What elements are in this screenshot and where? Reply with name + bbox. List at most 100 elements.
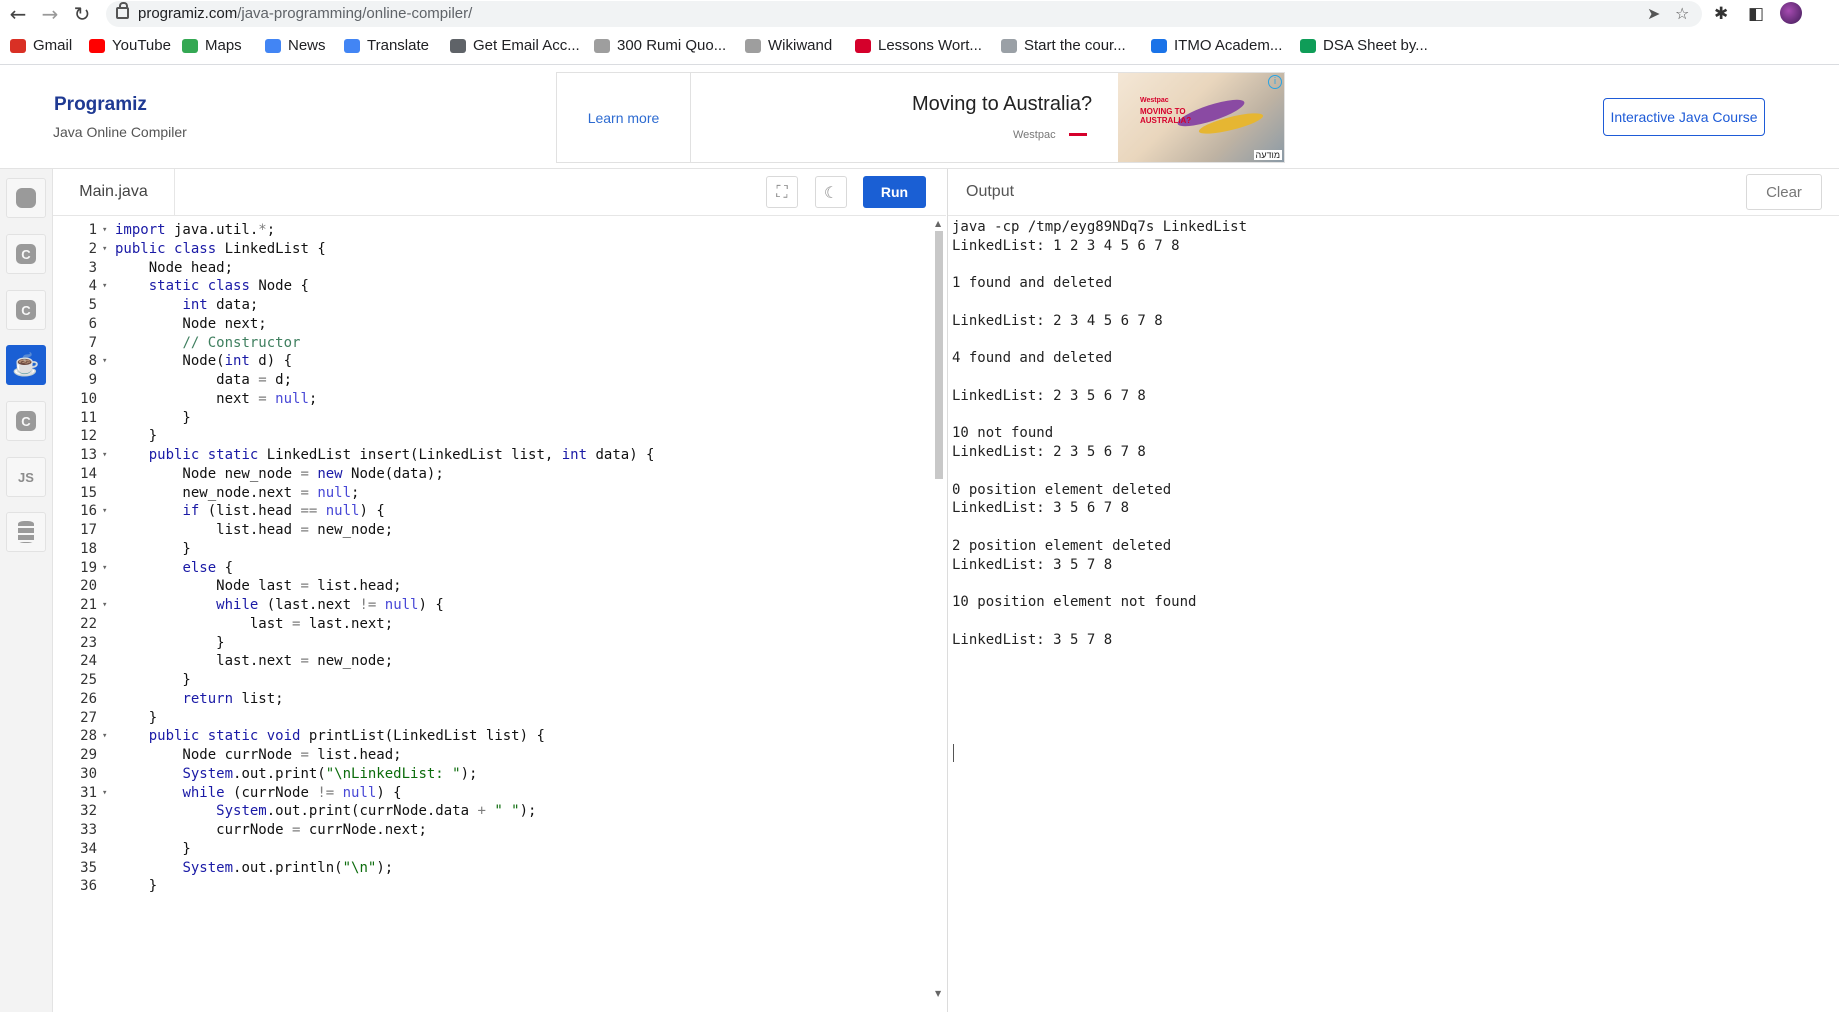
bookmark-item[interactable]: Gmail [10, 37, 72, 54]
wikiwand-icon [745, 38, 761, 53]
js-icon: JS [18, 469, 34, 485]
output-line: 0 position element deleted [952, 481, 1172, 498]
bookmark-item[interactable]: Lessons Wort... [855, 37, 982, 54]
sheets-icon [1300, 38, 1316, 53]
output-line: LinkedList: 3 5 7 8 [952, 631, 1113, 648]
code-editor[interactable]: 1 ▾ import java.util.*; 2 ▾ public class Link… [53, 216, 946, 1012]
bookmark-item[interactable]: YouTube [89, 37, 171, 54]
bookmark-label: ITMO Academ... [1174, 37, 1283, 54]
bookmark-label: Get Email Acc... [473, 37, 580, 54]
bookmark-label: DSA Sheet by... [1323, 37, 1428, 54]
console-cursor [953, 744, 954, 762]
westpac-logo-icon [1069, 133, 1087, 136]
back-icon[interactable]: ← [6, 2, 30, 26]
reload-icon[interactable]: ↻ [70, 2, 94, 26]
lessons-icon [855, 38, 871, 53]
editor-header: Main.java ⛶ ☾ Run [53, 169, 946, 216]
run-button[interactable]: Run [863, 176, 926, 208]
language-java-button[interactable]: ☕ [6, 345, 46, 385]
bookmark-label: Lessons Wort... [878, 37, 982, 54]
ad-brand: Westpac [1013, 129, 1056, 141]
sidepanel-icon[interactable]: ◧ [1748, 4, 1764, 24]
ad-label: מודעה [1253, 150, 1282, 160]
gmail-icon [10, 38, 26, 53]
language-cpp-button[interactable]: C [6, 290, 46, 330]
language-sidebar: C C ☕ C JS [0, 169, 53, 1012]
send-icon[interactable]: ➤ [1647, 4, 1660, 23]
output-line: LinkedList: 2 3 5 6 7 8 [952, 387, 1146, 404]
address-bar[interactable]: programiz.com/java-programming/online-co… [106, 1, 1702, 27]
output-header: Output Clear [948, 169, 1839, 216]
output-line: LinkedList: 3 5 6 7 8 [952, 500, 1130, 517]
bookmark-label: 300 Rumi Quo... [617, 37, 727, 54]
csharp-icon: C [16, 411, 36, 431]
fullscreen-icon[interactable]: ⛶ [766, 176, 798, 208]
bookmark-item[interactable]: Get Email Acc... [450, 37, 580, 54]
code-line[interactable]: 36 } [53, 875, 933, 897]
bookmark-label: Wikiwand [768, 37, 833, 54]
language-csharp-button[interactable]: C [6, 401, 46, 441]
news-icon [265, 38, 281, 53]
editor-scrollbar[interactable] [935, 231, 943, 479]
code-text: } [115, 878, 158, 895]
output-line: LinkedList: 3 5 7 8 [952, 556, 1113, 573]
bookmark-label: Gmail [33, 37, 73, 54]
output-line: java -cp /tmp/eyg89NDq7s LinkedList [952, 219, 1248, 235]
output-line: LinkedList: 2 3 5 6 7 8 [952, 444, 1146, 460]
advertisement[interactable]: Learn more Moving to Australia? Westpac … [556, 72, 1285, 163]
forward-icon[interactable]: → [38, 2, 62, 26]
bookmark-item[interactable]: 300 Rumi Quo... [594, 37, 726, 54]
scroll-down-icon[interactable]: ▼ [935, 989, 941, 998]
output-line: LinkedList: 1 2 3 4 5 6 7 8 [952, 237, 1180, 254]
output-line: 4 found and deleted [952, 350, 1113, 367]
bookmark-item[interactable]: News [265, 37, 326, 54]
bookmark-item[interactable]: ITMO Academ... [1151, 37, 1282, 54]
output-line: 10 position element not found [952, 594, 1197, 610]
avatar[interactable] [1780, 2, 1802, 24]
extensions-icon[interactable]: ✱ [1714, 4, 1728, 24]
page-subtitle: Java Online Compiler [53, 124, 187, 140]
output-line: 10 not found [952, 425, 1054, 442]
interactive-course-button[interactable]: Interactive Java Course [1603, 98, 1765, 136]
bookmark-label: Maps [205, 37, 242, 54]
output-line: 2 position element deleted [952, 537, 1172, 554]
ad-image-text: MOVING TO AUSTRALIA? [1140, 107, 1192, 125]
bookmark-label: Start the cour... [1024, 37, 1126, 54]
bookmark-item[interactable]: Start the cour... [1001, 37, 1126, 54]
programiz-logo[interactable]: Programiz [54, 94, 147, 116]
ad-learn-more-link[interactable]: Learn more [557, 73, 691, 162]
ad-image[interactable]: Westpac MOVING TO AUSTRALIA? מודעה [1118, 73, 1284, 162]
line-number: 36 [80, 878, 97, 895]
language-sql-button[interactable] [6, 512, 46, 552]
globe-icon [450, 38, 466, 53]
bookmark-item[interactable]: Wikiwand [745, 37, 832, 54]
translate-icon [344, 38, 360, 53]
browser-toolbar: ← → ↻ programiz.com/java-programming/onl… [0, 0, 1839, 28]
output-console[interactable]: java -cp /tmp/eyg89NDq7s LinkedList Linke… [952, 216, 1832, 648]
url-text: programiz.com/java-programming/online-co… [138, 5, 472, 22]
ad-headline[interactable]: Moving to Australia? [912, 93, 1092, 116]
output-line: LinkedList: 2 3 4 5 6 7 8 [952, 312, 1163, 329]
language-c-button[interactable]: C [6, 234, 46, 274]
panel-divider[interactable] [947, 169, 948, 1012]
course-icon [1001, 38, 1017, 53]
bookmark-label: Translate [367, 37, 429, 54]
dark-mode-icon[interactable]: ☾ [815, 176, 847, 208]
bookmark-item[interactable]: Translate [344, 37, 429, 54]
bookmark-item[interactable]: DSA Sheet by... [1300, 37, 1428, 54]
language-js-button[interactable]: JS [6, 457, 46, 497]
python-icon [16, 188, 36, 208]
scroll-up-icon[interactable]: ▲ [935, 219, 941, 228]
bookmark-item[interactable]: Maps [182, 37, 242, 54]
file-tab[interactable]: Main.java [53, 169, 175, 215]
language-python-button[interactable] [6, 178, 46, 218]
youtube-icon [89, 38, 105, 53]
clear-button[interactable]: Clear [1746, 174, 1822, 210]
ad-info-icon[interactable]: i [1268, 75, 1282, 89]
star-icon[interactable]: ☆ [1675, 4, 1689, 23]
